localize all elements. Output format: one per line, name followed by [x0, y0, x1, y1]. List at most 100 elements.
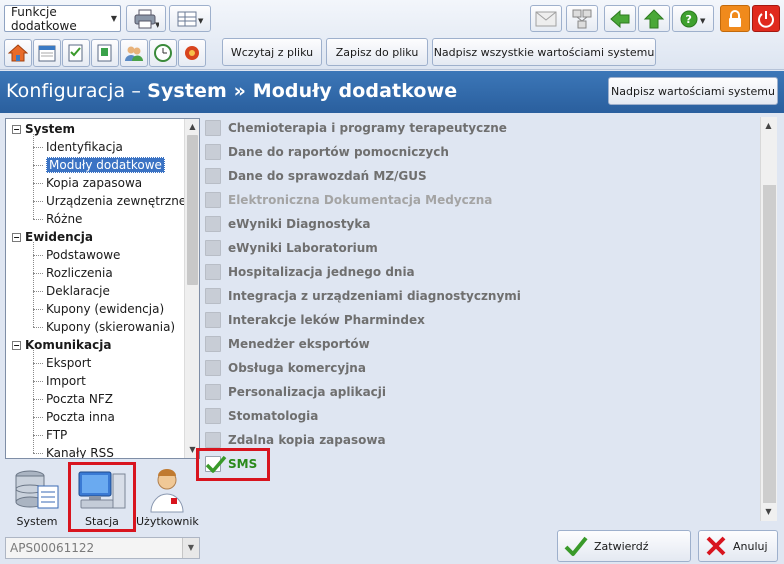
tree-item[interactable]: Podstawowe: [46, 246, 120, 264]
tree-item[interactable]: Kopia zapasowa: [46, 174, 142, 192]
module-row[interactable]: Dane do raportów pomocniczych: [205, 141, 449, 163]
page-title: Konfiguracja – System » Moduły dodatkowe: [6, 80, 457, 102]
load-from-file-button[interactable]: Wczytaj z pliku: [222, 38, 322, 66]
module-checkbox[interactable]: [205, 408, 221, 424]
modules-list: Chemioterapia i programy terapeutyczne Da…: [201, 114, 777, 524]
clock-icon: [154, 44, 172, 62]
collapse-icon[interactable]: −: [12, 232, 21, 242]
print-button[interactable]: ▼: [126, 5, 166, 32]
module-row[interactable]: Interakcje leków Pharmindex: [205, 309, 425, 331]
module-row[interactable]: Hospitalizacja jednego dnia: [205, 261, 415, 283]
module-checkbox[interactable]: [205, 144, 221, 160]
tree-item[interactable]: Kupony (skierowania): [46, 318, 175, 336]
save-to-file-button[interactable]: Zapisz do pliku: [326, 38, 428, 66]
scroll-down-icon[interactable]: ▼: [761, 505, 776, 519]
module-checkbox[interactable]: [205, 120, 221, 136]
function-combo[interactable]: Funkcje dodatkowe ▼: [4, 5, 121, 33]
tree-group-0[interactable]: − System: [12, 120, 75, 138]
module-label: Zdalna kopia zapasowa: [228, 433, 386, 447]
module-label: Stomatologia: [228, 409, 319, 423]
tree-item[interactable]: Deklaracje: [46, 282, 110, 300]
station-select[interactable]: APS00061122 ▼: [5, 537, 200, 559]
module-checkbox[interactable]: [205, 264, 221, 280]
lock-button[interactable]: [720, 5, 750, 32]
scope-user-button[interactable]: Użytkownik: [136, 466, 199, 530]
tree-connector: [33, 453, 43, 454]
power-button[interactable]: [752, 5, 780, 32]
module-row[interactable]: Obsługa komercyjna: [205, 357, 366, 379]
tree-connector: [33, 291, 43, 292]
module-checkbox[interactable]: [205, 240, 221, 256]
schedule-button[interactable]: [149, 39, 177, 67]
layout-button[interactable]: ▼: [169, 5, 211, 32]
module-checkbox[interactable]: [205, 312, 221, 328]
mail-button[interactable]: [530, 5, 562, 32]
restore-system-values-button[interactable]: Nadpisz wartościami systemu: [608, 77, 778, 105]
scroll-up-icon[interactable]: ▲: [185, 120, 199, 134]
lock-icon: [729, 9, 741, 27]
module-checkbox[interactable]: [205, 192, 221, 208]
station-select-value: APS00061122: [10, 541, 95, 555]
tree-item[interactable]: FTP: [46, 426, 67, 444]
modules-scrollbar[interactable]: ▲ ▼: [760, 117, 777, 521]
module-checkbox[interactable]: [205, 168, 221, 184]
tree-scrollbar[interactable]: ▲ ▼: [184, 119, 199, 458]
module-checkbox[interactable]: [205, 432, 221, 448]
patients-button[interactable]: [120, 39, 148, 67]
home-button[interactable]: [4, 39, 32, 67]
table-layout-icon: ▼: [177, 11, 204, 26]
module-row[interactable]: Integracja z urządzeniami diagnostycznym…: [205, 285, 521, 307]
tree-group-2[interactable]: − Komunikacja: [12, 336, 111, 354]
tree-connector: [33, 350, 34, 453]
scroll-thumb[interactable]: [187, 135, 198, 285]
tree-item[interactable]: Poczta NFZ: [46, 390, 113, 408]
module-row[interactable]: Elektroniczna Dokumentacja Medyczna: [205, 189, 492, 211]
network-button[interactable]: [566, 5, 598, 32]
module-checkbox[interactable]: [205, 360, 221, 376]
records-button[interactable]: [91, 39, 119, 67]
tree-item-label: Eksport: [46, 356, 92, 370]
tree-item[interactable]: Poczta inna: [46, 408, 115, 426]
module-label: eWyniki Diagnostyka: [228, 217, 371, 231]
module-row[interactable]: eWyniki Laboratorium: [205, 237, 378, 259]
module-checkbox[interactable]: [205, 336, 221, 352]
tree-item[interactable]: Rozliczenia: [46, 264, 113, 282]
confirm-button[interactable]: Zatwierdź: [557, 530, 691, 562]
tree-connector: [33, 165, 43, 166]
help-button[interactable]: ? ▼: [672, 5, 714, 32]
scope-system-button[interactable]: System: [6, 466, 68, 530]
database-icon: [15, 470, 59, 509]
tree-item[interactable]: Kupony (ewidencja): [46, 300, 164, 318]
module-checkbox[interactable]: [205, 288, 221, 304]
module-row[interactable]: Stomatologia: [205, 405, 318, 427]
module-row[interactable]: Chemioterapia i programy terapeutyczne: [205, 117, 507, 139]
scroll-up-icon[interactable]: ▲: [761, 119, 776, 133]
calendar-button[interactable]: [33, 39, 61, 67]
tree-group-1[interactable]: − Ewidencja: [12, 228, 93, 246]
module-row[interactable]: eWyniki Diagnostyka: [205, 213, 370, 235]
module-row[interactable]: Dane do sprawozdań MZ/GUS: [205, 165, 427, 187]
tree-item[interactable]: Urządzenia zewnętrzne: [46, 192, 186, 210]
tree-connector: [33, 399, 43, 400]
tree-connector: [33, 201, 43, 202]
tree-item[interactable]: Identyfikacja: [46, 138, 123, 156]
tree-item[interactable]: Moduły dodatkowe: [46, 156, 165, 174]
notes-button[interactable]: [62, 39, 90, 67]
collapse-icon[interactable]: −: [12, 340, 21, 350]
module-checkbox[interactable]: [205, 216, 221, 232]
tree-item[interactable]: Kanały RSS: [46, 444, 114, 458]
overwrite-all-button[interactable]: Nadpisz wszystkie wartościami systemu: [432, 38, 656, 66]
module-row[interactable]: Menedżer eksportów: [205, 333, 370, 355]
collapse-icon[interactable]: −: [12, 124, 21, 134]
tree-item[interactable]: Import: [46, 372, 86, 390]
tree-item[interactable]: Różne: [46, 210, 82, 228]
tools-button[interactable]: [178, 39, 206, 67]
module-row[interactable]: Personalizacja aplikacji: [205, 381, 386, 403]
svg-text:▼: ▼: [155, 21, 159, 29]
tree-item[interactable]: Eksport: [46, 354, 91, 372]
up-button[interactable]: [638, 5, 670, 32]
cancel-button[interactable]: Anuluj: [698, 530, 778, 562]
back-button[interactable]: [604, 5, 636, 32]
scroll-thumb[interactable]: [763, 185, 776, 503]
module-checkbox[interactable]: [205, 384, 221, 400]
